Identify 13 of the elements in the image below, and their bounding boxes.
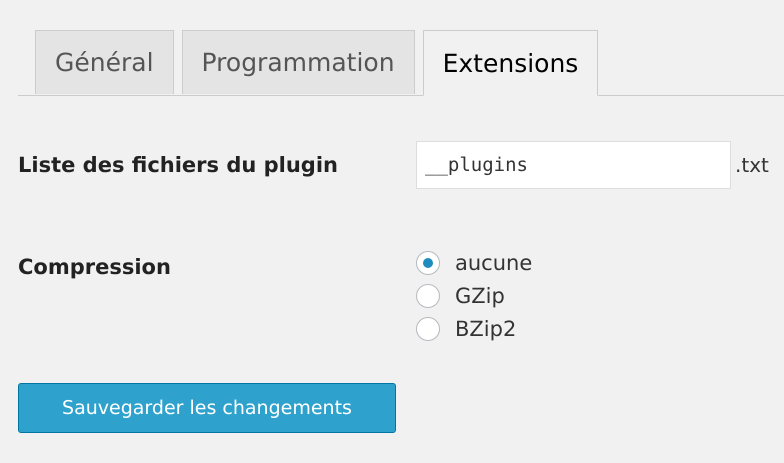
tab[interactable]: Programmation [182, 30, 415, 94]
radio-button[interactable] [416, 284, 440, 308]
option-label: GZip [455, 284, 505, 308]
tab[interactable]: Extensions [422, 30, 598, 96]
tab[interactable]: Général [35, 30, 174, 94]
field-label: Compression [18, 255, 172, 279]
input-field[interactable]: __plugins [416, 141, 731, 189]
radio-button[interactable] [416, 317, 440, 341]
option-label: aucune [455, 251, 532, 275]
option-label: BZip2 [455, 317, 516, 341]
file-extension: .txt [735, 153, 769, 177]
radio-button[interactable] [416, 251, 440, 275]
field-label: Liste des fichiers du plugin [18, 153, 339, 177]
